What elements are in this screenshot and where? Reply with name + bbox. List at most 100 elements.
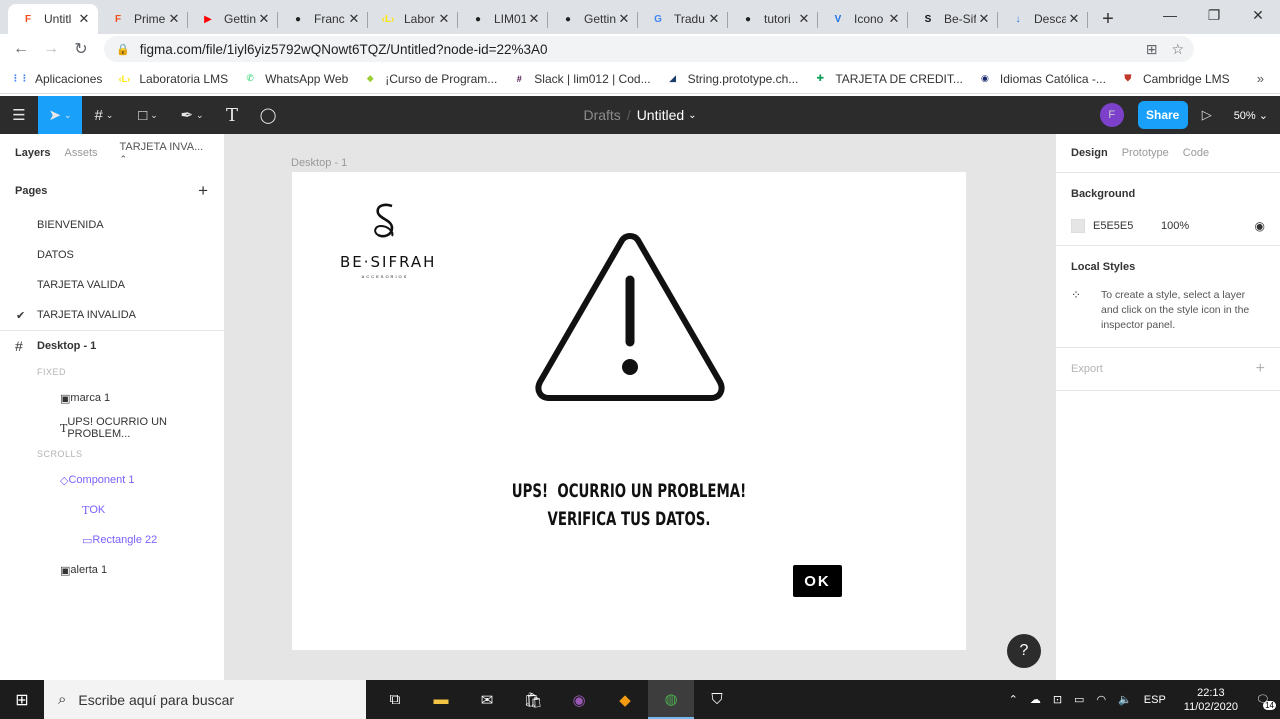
browser-tab[interactable]: S Be-Sif ✕ (908, 4, 998, 34)
close-tab-icon[interactable]: ✕ (1066, 11, 1082, 27)
bookmark-item[interactable]: ⋮⋮ Aplicaciones (11, 71, 102, 87)
close-tab-icon[interactable]: ✕ (436, 11, 452, 27)
bookmark-item[interactable]: ✚ TARJETA DE CREDIT... (812, 71, 963, 87)
close-tab-icon[interactable]: ✕ (346, 11, 362, 27)
frame-label[interactable]: Desktop - 1 (291, 157, 347, 169)
back-icon[interactable]: ← (6, 35, 36, 63)
mail-icon[interactable]: ✉ (464, 680, 510, 719)
reload-icon[interactable]: ↻ (66, 35, 96, 63)
language-indicator[interactable]: ESP (1144, 694, 1166, 706)
browser-tab[interactable]: ● tutori ✕ (728, 4, 818, 34)
bookmark-item[interactable]: ‹L› Laboratoria LMS (116, 71, 228, 87)
page-item[interactable]: ✔ TARJETA INVALIDA (0, 300, 224, 330)
text-tool-icon[interactable]: T (214, 96, 250, 134)
tab-assets[interactable]: Assets (64, 147, 97, 159)
breadcrumb-drafts[interactable]: Drafts (583, 107, 620, 123)
desktop-frame[interactable]: BE·SIFRAH ACCESORIOS UPS! OCURRIO UN PRO… (292, 172, 966, 650)
browser-tab[interactable]: F Prime ✕ (98, 4, 188, 34)
help-icon[interactable]: ? (1007, 634, 1041, 668)
present-icon[interactable]: ▷ (1202, 107, 1212, 123)
visibility-eye-icon[interactable]: ◉ (1255, 219, 1265, 233)
close-tab-icon[interactable]: ✕ (616, 11, 632, 27)
clock[interactable]: 22:13 11/02/2020 (1184, 686, 1238, 714)
restore-icon[interactable]: ❐ (1192, 0, 1236, 30)
close-tab-icon[interactable]: ✕ (796, 11, 812, 27)
layer-marca[interactable]: ▣ marca 1 (0, 383, 224, 413)
browser-tab[interactable]: ↓ Desca ✕ (998, 4, 1088, 34)
bookmark-item[interactable]: ◢ String.prototype.ch... (665, 71, 798, 87)
browser-tab[interactable]: ▶ Gettin ✕ (188, 4, 278, 34)
design-canvas[interactable]: Desktop - 1 BE·SIFRAH ACCESORIOS UPS! OC… (225, 134, 1055, 680)
task-view-icon[interactable]: ⧉ (372, 680, 418, 719)
tab-current-page[interactable]: TARJETA INVA... ⌃ (120, 141, 211, 165)
taskbar-search[interactable]: ⌕ Escribe aquí para buscar (44, 680, 366, 719)
close-window-icon[interactable]: ✕ (1236, 0, 1280, 30)
browser-tab[interactable]: G Tradu ✕ (638, 4, 728, 34)
wifi-icon[interactable]: ◠ (1096, 693, 1106, 706)
close-tab-icon[interactable]: ✕ (886, 11, 902, 27)
tab-design[interactable]: Design (1071, 147, 1108, 159)
layer-ok[interactable]: T OK (0, 495, 224, 525)
page-item[interactable]: DATOS (0, 240, 224, 270)
add-page-icon[interactable]: + (198, 181, 208, 201)
collaborator-avatar[interactable]: F (1099, 103, 1124, 127)
tray-app-icon[interactable]: ⊡ (1053, 693, 1062, 706)
page-item[interactable]: TARJETA VALIDA (0, 270, 224, 300)
file-title[interactable]: Untitled (637, 107, 684, 123)
zoom-dropdown[interactable]: 50% ⌄ (1234, 109, 1268, 122)
close-tab-icon[interactable]: ✕ (526, 11, 542, 27)
browser-tab[interactable]: ● LIM01 ✕ (458, 4, 548, 34)
new-tab-button[interactable]: + (1094, 4, 1122, 34)
bookmarks-overflow-icon[interactable]: » (1257, 71, 1264, 86)
main-menu-icon[interactable]: ☰ (0, 96, 38, 134)
shape-tool-icon[interactable]: □ ⌄ (126, 96, 170, 134)
chevron-down-icon[interactable]: ⌄ (688, 110, 696, 121)
layer-alerta[interactable]: ▣ alerta 1 (0, 555, 224, 585)
background-swatch[interactable] (1071, 219, 1085, 233)
tab-layers[interactable]: Layers (15, 147, 50, 159)
store-icon[interactable]: 🛍 (510, 680, 556, 719)
close-tab-icon[interactable]: ✕ (256, 11, 272, 27)
url-field[interactable]: 🔒 figma.com/file/1iyl6yiz5792wQNowt6TQZ/… (104, 36, 1194, 62)
chrome-icon[interactable]: ◍ (648, 680, 694, 719)
background-hex[interactable]: E5E5E5 (1093, 220, 1161, 232)
tray-chevron-icon[interactable]: ⌃ (1009, 693, 1018, 706)
bookmark-item[interactable]: ⛊ Cambridge LMS (1120, 71, 1230, 87)
background-opacity[interactable]: 100% (1161, 220, 1189, 232)
page-item[interactable]: BIENVENIDA (0, 210, 224, 240)
move-tool-icon[interactable]: ➤ ⌄ (38, 96, 82, 134)
tab-code[interactable]: Code (1183, 147, 1209, 159)
browser-tab[interactable]: V Icono ✕ (818, 4, 908, 34)
layer-text[interactable]: T UPS! OCURRIO UN PROBLEM... (0, 413, 224, 443)
translate-icon[interactable]: ⊞ (1146, 41, 1158, 58)
ok-button[interactable]: OK (793, 565, 842, 597)
bookmark-item[interactable]: # Slack | lim012 | Cod... (511, 71, 651, 87)
close-tab-icon[interactable]: ✕ (166, 11, 182, 27)
windows-start-icon[interactable]: ⊞ (0, 680, 44, 719)
bookmark-item[interactable]: ✆ WhatsApp Web (242, 71, 348, 87)
close-tab-icon[interactable]: ✕ (76, 11, 92, 27)
share-button[interactable]: Share (1137, 101, 1188, 129)
browser-tab[interactable]: ‹L› Labor ✕ (368, 4, 458, 34)
bookmark-star-icon[interactable]: ☆ (1171, 41, 1184, 58)
git-icon[interactable]: ◆ (602, 680, 648, 719)
bookmark-item[interactable]: ◉ Idiomas Católica -... (977, 71, 1106, 87)
add-export-icon[interactable]: + (1256, 360, 1265, 378)
layer-frame[interactable]: # Desktop - 1 (0, 331, 224, 361)
layer-rectangle[interactable]: ▭ Rectangle 22 (0, 525, 224, 555)
app-purple-icon[interactable]: ◉ (556, 680, 602, 719)
frame-tool-icon[interactable]: # ⌄ (82, 96, 126, 134)
file-explorer-icon[interactable]: ▬ (418, 680, 464, 719)
notifications-icon[interactable]: 🗨 14 (1256, 693, 1276, 710)
browser-tab[interactable]: F Untitl ✕ (8, 4, 98, 34)
battery-icon[interactable]: ▭ (1074, 693, 1084, 706)
bookmark-item[interactable]: ◆ ¡Curso de Program... (362, 71, 498, 87)
security-icon[interactable]: ⛉ (694, 680, 740, 719)
onedrive-icon[interactable]: ☁ (1030, 693, 1041, 706)
browser-tab[interactable]: ● Gettin ✕ (548, 4, 638, 34)
tab-prototype[interactable]: Prototype (1122, 147, 1169, 159)
browser-tab[interactable]: ● Franc ✕ (278, 4, 368, 34)
layer-component[interactable]: ◇ Component 1 (0, 465, 224, 495)
volume-icon[interactable]: 🔈 (1118, 693, 1132, 706)
minimize-icon[interactable]: — (1148, 0, 1192, 30)
